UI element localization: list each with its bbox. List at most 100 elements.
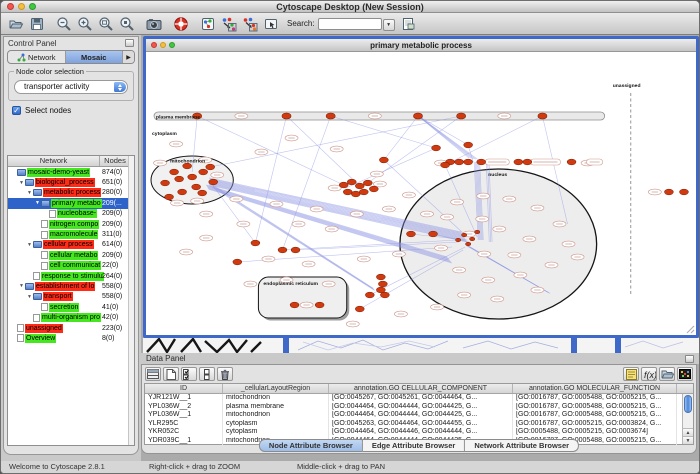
node[interactable]	[429, 231, 438, 237]
table-cell[interactable]: YJR121W__1	[145, 394, 223, 403]
function-builder-button[interactable]: f(x)	[641, 367, 657, 381]
unselect-attributes-button[interactable]	[199, 367, 215, 381]
node[interactable]	[538, 113, 547, 119]
table-row[interactable]: YPL036W__2plasma membrane[GO:0044464, GO…	[145, 403, 693, 412]
table-cell[interactable]: YPL036W__2	[145, 403, 223, 412]
scrollbar-thumb[interactable]	[684, 395, 692, 413]
node[interactable]	[457, 113, 466, 119]
table-cell[interactable]: [GO:0044464, GO:0044444, GO:0044425, G..…	[329, 411, 513, 420]
apply-view-style-button[interactable]	[239, 14, 260, 33]
node[interactable]	[282, 113, 291, 119]
tree-row[interactable]: ▼transport558(0)	[8, 292, 134, 302]
help-button[interactable]	[170, 14, 191, 33]
import-attribute-file-button[interactable]	[659, 367, 675, 381]
zoom-out-button[interactable]	[53, 14, 74, 33]
node[interactable]	[206, 164, 215, 170]
node-color-dropdown[interactable]: transporter activity	[14, 80, 128, 94]
expand-arrow-icon[interactable]: ▼	[18, 283, 25, 289]
node[interactable]	[407, 231, 416, 237]
col-cellular-layout-region[interactable]: _cellularLayoutRegion	[223, 384, 329, 393]
node[interactable]	[198, 190, 207, 196]
network-canvas[interactable]: plasma membranecytoplasmmitochondrionnuc…	[146, 52, 696, 335]
copy-view-style-button[interactable]	[218, 14, 239, 33]
tree-row[interactable]: multi-organism pro42(0)	[8, 312, 134, 322]
node[interactable]	[475, 230, 480, 234]
node[interactable]	[251, 240, 260, 246]
tree-row[interactable]: Overview8(0)	[8, 333, 134, 343]
node[interactable]	[165, 194, 174, 200]
table-scrollbar[interactable]: ▲ ▼	[682, 394, 693, 444]
node[interactable]	[315, 302, 324, 308]
layout-button[interactable]	[197, 14, 218, 33]
node[interactable]	[523, 159, 532, 165]
table-row[interactable]: YJR121W__1mitochondrion[GO:0045267, GO:0…	[145, 394, 693, 403]
node[interactable]	[376, 274, 385, 280]
scroll-up-icon[interactable]: ▲	[683, 428, 693, 436]
expand-arrow-icon[interactable]: ▼	[34, 200, 41, 206]
new-attribute-button[interactable]	[163, 367, 179, 381]
tree-row[interactable]: secretion41(0)	[8, 302, 134, 312]
node[interactable]	[664, 189, 673, 195]
tab-node-attribute-browser[interactable]: Node Attribute Browser	[259, 439, 363, 452]
tree-col-nodes[interactable]: Nodes	[100, 156, 130, 166]
node[interactable]	[343, 189, 352, 195]
table-row[interactable]: YKR052Ccytoplasm[GO:0044464, GO:0044446,…	[145, 428, 693, 437]
node[interactable]	[355, 306, 364, 312]
open-session-button[interactable]	[5, 14, 26, 33]
resize-grip-icon[interactable]	[687, 326, 694, 333]
node[interactable]	[680, 189, 689, 195]
zoom-selected-button[interactable]	[116, 14, 137, 33]
tree-row[interactable]: unassigned223(0)	[8, 323, 134, 333]
network-view-titlebar[interactable]: primary metabolic process	[146, 39, 696, 52]
node[interactable]	[359, 189, 368, 195]
node[interactable]	[347, 179, 356, 185]
node[interactable]	[466, 242, 471, 246]
node[interactable]	[380, 292, 389, 298]
tab-mosaic[interactable]: Mosaic	[65, 51, 123, 63]
node[interactable]	[477, 159, 486, 165]
tree-row[interactable]: nitrogen compo209(0)	[8, 219, 134, 229]
node[interactable]	[233, 259, 242, 265]
table-cell[interactable]: YPL036W__1	[145, 411, 223, 420]
table-cell[interactable]: [GO:0044464, GO:0044446, GO:0044444, G..…	[329, 428, 513, 437]
float-data-panel-icon[interactable]	[685, 355, 694, 363]
col-id[interactable]: ID	[145, 384, 223, 393]
node[interactable]	[178, 189, 187, 195]
expand-arrow-icon[interactable]: ▼	[18, 180, 25, 186]
node[interactable]	[456, 238, 461, 242]
node[interactable]	[567, 159, 576, 165]
delete-attribute-button[interactable]	[217, 367, 233, 381]
table-cell[interactable]: [GO:0016787, GO:0005488, GO:0005215, G..…	[513, 411, 677, 420]
node[interactable]	[351, 191, 360, 197]
col-go-molecular-function[interactable]: annotation.GO MOLECULAR_FUNCTION	[513, 384, 677, 393]
node[interactable]	[455, 159, 464, 165]
zoom-fit-button[interactable]	[95, 14, 116, 33]
tree-row[interactable]: ▼metabolic process280(0)	[8, 188, 134, 198]
tree-row[interactable]: response to stimulu264(0)	[8, 271, 134, 281]
table-cell[interactable]: plasma membrane	[223, 403, 329, 412]
table-cell[interactable]: [GO:0016787, GO:0005488, GO:0005215, G..…	[513, 394, 677, 403]
tree-row[interactable]: ▼primary metabo209(...	[8, 198, 134, 208]
table-row[interactable]: YPL036W__1mitochondrion[GO:0044464, GO:0…	[145, 411, 693, 420]
notes-button[interactable]	[623, 367, 639, 381]
node[interactable]	[209, 179, 218, 185]
resize-grip-icon[interactable]	[691, 330, 694, 333]
tab-overflow-arrow[interactable]: ▶	[122, 51, 134, 63]
attribute-grid-button[interactable]	[145, 367, 161, 381]
snapshot-button[interactable]	[143, 14, 164, 33]
dropdown-stepper-icon[interactable]	[114, 82, 126, 92]
node[interactable]	[470, 237, 475, 241]
table-cell[interactable]: [GO:0016787, GO:0005215, GO:0003824, G..…	[513, 420, 677, 429]
node[interactable]	[365, 292, 374, 298]
node[interactable]	[413, 113, 422, 119]
matrix-button[interactable]	[677, 367, 693, 381]
table-cell[interactable]: [GO:0044464, GO:0044444, GO:0044425, G..…	[329, 403, 513, 412]
node[interactable]	[188, 174, 197, 180]
col-go-cellular-component[interactable]: annotation.GO CELLULAR_COMPONENT	[329, 384, 513, 393]
node[interactable]	[441, 162, 450, 168]
table-cell[interactable]: [GO:0005488, GO:0005215, GO:0003674]	[513, 428, 677, 437]
tree-row[interactable]: ▼cellular process614(0)	[8, 240, 134, 250]
table-cell[interactable]: [GO:0045263, GO:0044464, GO:0044455, G..…	[329, 420, 513, 429]
node[interactable]	[464, 159, 473, 165]
node[interactable]	[363, 180, 372, 186]
